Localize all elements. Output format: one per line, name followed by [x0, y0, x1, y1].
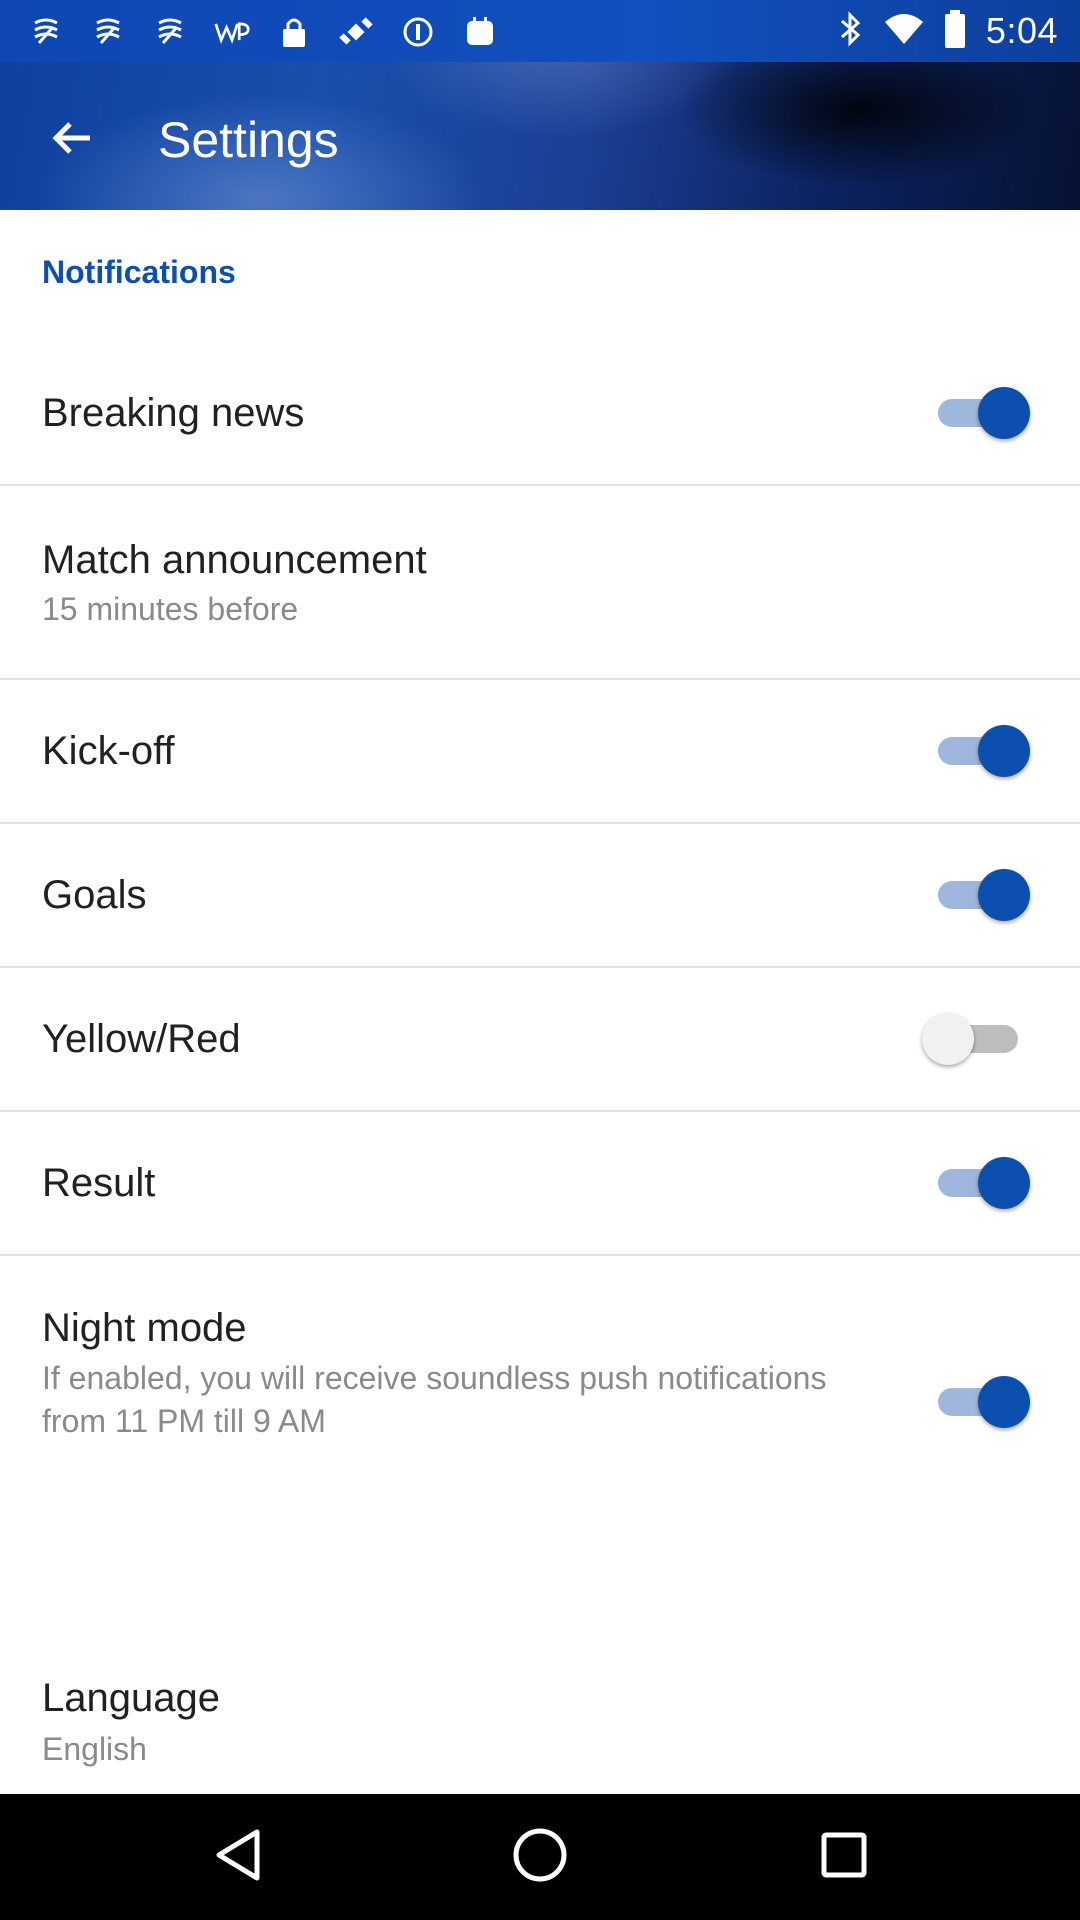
language-title: Language — [42, 1676, 220, 1720]
battery-icon — [944, 9, 966, 53]
back-triangle-icon — [213, 1828, 263, 1887]
setting-title: Yellow/Red — [42, 1017, 241, 1061]
setting-row-goals[interactable]: Goals — [0, 824, 1080, 968]
fake-gps-icon — [338, 14, 374, 50]
result-toggle[interactable] — [938, 1155, 1030, 1211]
yellow-red-toggle[interactable] — [922, 1011, 1026, 1067]
setting-title: Goals — [42, 873, 147, 917]
setting-row-result[interactable]: Result — [0, 1112, 1080, 1256]
setting-title: Kick-off — [42, 729, 175, 773]
breaking-news-toggle[interactable] — [938, 385, 1030, 441]
status-right: 5:04 — [838, 8, 1058, 54]
recents-square-icon — [820, 1831, 868, 1884]
bluetooth-icon — [838, 10, 864, 52]
goals-toggle[interactable] — [938, 867, 1030, 923]
language-value: English — [42, 1731, 147, 1767]
info-icon — [400, 14, 436, 50]
notification-icon — [152, 14, 188, 50]
settings-screen: 5:04 Settings Notifications Breaking new… — [0, 0, 1080, 1920]
system-nav-bar — [0, 1794, 1080, 1920]
kick-off-toggle[interactable] — [938, 723, 1030, 779]
page-title: Settings — [158, 112, 339, 168]
nav-recents-button[interactable] — [814, 1827, 874, 1887]
setting-row-kick-off[interactable]: Kick-off — [0, 680, 1080, 824]
setting-title: Night mode — [42, 1306, 247, 1350]
back-button[interactable] — [36, 104, 108, 176]
notification-icon — [28, 14, 64, 50]
setting-subtitle: If enabled, you will receive soundless p… — [42, 1360, 827, 1439]
status-time: 5:04 — [985, 10, 1058, 51]
notification-icon — [90, 14, 126, 50]
setting-title: Match announcement — [42, 538, 427, 582]
lock-icon — [276, 14, 312, 50]
app-header: 5:04 Settings — [0, 0, 1080, 210]
nav-home-button[interactable] — [510, 1827, 570, 1887]
setting-row-night-mode[interactable]: Night mode If enabled, you will receive … — [0, 1256, 1080, 1516]
setting-row-match-announcement[interactable]: Match announcement 15 minutes before — [0, 486, 1080, 680]
nav-back-button[interactable] — [208, 1827, 268, 1887]
wifi-icon — [884, 12, 924, 51]
setting-row-breaking-news[interactable]: Breaking news — [0, 340, 1080, 486]
setting-title: Breaking news — [42, 391, 305, 435]
arrow-back-icon — [50, 116, 94, 165]
washington-post-icon — [214, 14, 250, 50]
setting-title: Result — [42, 1161, 156, 1205]
status-left-icons — [28, 12, 498, 52]
status-bar: 5:04 — [0, 0, 1080, 62]
setting-row-yellow-red[interactable]: Yellow/Red — [0, 968, 1080, 1112]
setting-row-language[interactable]: Language English — [0, 1640, 1080, 1794]
setting-subtitle: 15 minutes before — [42, 591, 299, 627]
home-circle-icon — [512, 1827, 568, 1888]
android-debug-icon — [462, 14, 498, 50]
notifications-section-header: Notifications — [42, 254, 236, 290]
night-mode-toggle[interactable] — [938, 1374, 1030, 1430]
